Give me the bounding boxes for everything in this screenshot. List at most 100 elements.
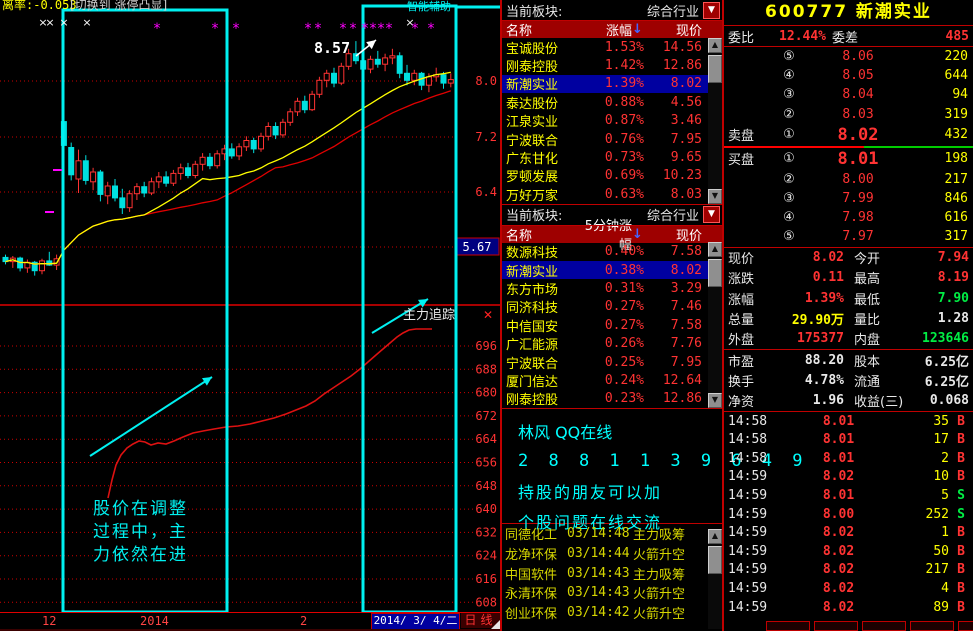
block-value: 综合行业	[562, 205, 703, 224]
svg-text:5.67: 5.67	[463, 240, 492, 254]
watchlist-row[interactable]: 宁波联合0.76%7.95	[502, 130, 722, 148]
tape-direction: B	[949, 600, 973, 615]
stock-name: 东方市场	[502, 279, 584, 298]
watchlist-row[interactable]: 厦门信达0.24%12.64	[502, 371, 722, 389]
block-dropdown-icon[interactable]: ▼	[703, 206, 720, 223]
scroll-down-icon[interactable]: ▼	[708, 189, 722, 204]
watchlist-row[interactable]: 同济科技0.27%7.46	[502, 298, 722, 316]
time-axis: 2014/ 3/ 4/二 日线 1220142	[0, 612, 500, 630]
scrollbar[interactable]: ▲▼	[708, 242, 722, 408]
watchlist-row[interactable]: 宝诚股份1.53%14.56	[502, 38, 722, 56]
watchlist-row[interactable]: 中信国安0.27%7.58	[502, 316, 722, 334]
ticker-row[interactable]: 永清环保03/14:43火箭升空	[502, 583, 722, 603]
block-dropdown-icon[interactable]: ▼	[703, 2, 720, 19]
list2-header[interactable]: 名称 5分钟涨幅 ↓ 现价	[502, 226, 722, 243]
ticker-stock: 龙净环保	[502, 544, 567, 563]
quote-value: 175377	[768, 331, 844, 346]
watchlist-row[interactable]: 广汇能源0.26%7.76	[502, 334, 722, 352]
tape-volume: 5	[899, 488, 949, 503]
stock-change: 0.24%	[584, 373, 644, 388]
svg-text:7.2: 7.2	[475, 130, 497, 144]
qq-number: 2 8 8 1 1 3 9 6 4 9	[502, 451, 722, 471]
quote-label: 量比	[844, 309, 920, 328]
tape-direction: S	[949, 507, 973, 522]
weibi-label: 委比	[728, 27, 754, 46]
stock-name: 同济科技	[502, 297, 584, 316]
quote-value: 6.25亿	[920, 351, 969, 370]
watchlist-row[interactable]: 万好万家0.63%8.03	[502, 185, 722, 203]
tape-price: 8.02	[778, 544, 899, 559]
scroll-thumb[interactable]	[708, 546, 722, 574]
watchlist-row[interactable]: 刚泰控股0.23%12.86	[502, 390, 722, 408]
tab-button[interactable]	[862, 621, 906, 631]
scroll-thumb[interactable]	[708, 55, 722, 83]
order-level-row: ③8.0494	[724, 85, 973, 104]
scrollbar[interactable]: ▲	[708, 529, 722, 629]
resize-corner-icon[interactable]	[491, 620, 500, 629]
col-price[interactable]: 现价	[642, 225, 722, 244]
watchlist-row[interactable]: 东方市场0.31%3.29	[502, 279, 722, 297]
sell1-price: 8.02	[804, 125, 912, 145]
tab-button[interactable]	[958, 621, 973, 631]
sort-arrow-icon: ↓	[632, 22, 642, 37]
quote-row: 现价8.02今开7.94	[724, 248, 973, 268]
quote-row: 涨跌0.11最高8.19	[724, 268, 973, 288]
watchlist-row[interactable]: 江泉实业0.87%3.46	[502, 112, 722, 130]
col-price[interactable]: 现价	[642, 20, 722, 39]
quote-value: 1.96	[768, 393, 844, 408]
svg-text:608: 608	[475, 595, 497, 609]
watchlist-row[interactable]: 泰达股份0.88%4.56	[502, 93, 722, 111]
weicha-label: 委差	[826, 27, 858, 46]
tape-time: 14:59	[724, 581, 778, 596]
svg-text:648: 648	[475, 479, 497, 493]
col-name[interactable]: 名称	[502, 20, 578, 39]
tape-price: 8.02	[778, 525, 899, 540]
watchlist-row[interactable]: 罗顿发展0.69%10.23	[502, 167, 722, 185]
scroll-thumb[interactable]	[708, 259, 722, 287]
scroll-down-icon[interactable]: ▼	[708, 393, 722, 408]
stock-name: 中信国安	[502, 316, 584, 335]
level-1-icon: ①	[774, 127, 804, 142]
ticker-row[interactable]: 龙净环保03/14:44火箭升空	[502, 544, 722, 564]
watchlist-row[interactable]: 宁波联合0.25%7.95	[502, 353, 722, 371]
watchlist-row[interactable]: 新潮实业1.39%8.02	[502, 75, 722, 93]
col-change[interactable]: 涨幅	[578, 20, 632, 39]
tab-button[interactable]	[910, 621, 954, 631]
quote-label: 涨幅	[728, 289, 768, 308]
watchlist-row[interactable]: 新潮实业0.38%8.02	[502, 261, 722, 279]
scroll-up-icon[interactable]: ▲	[708, 38, 722, 53]
ticker-stock: 永清环保	[502, 583, 567, 602]
sort-arrow-icon: ↓	[632, 227, 642, 242]
ticker-row[interactable]: 同德化工03/14:48主力吸筹	[502, 524, 722, 544]
scrollbar[interactable]: ▲▼	[708, 38, 722, 204]
tape-volume: 252	[899, 507, 949, 522]
watchlist-row[interactable]: 数源科技0.40%7.58	[502, 243, 722, 261]
watchlist-row[interactable]: 广东甘化0.73%9.65	[502, 148, 722, 166]
col-name[interactable]: 名称	[502, 225, 578, 244]
sell-queue: ⑤8.06220④8.05644③8.0494②8.03319	[724, 47, 973, 124]
tab-button[interactable]	[814, 621, 858, 631]
stock-name: 宁波联合	[502, 353, 584, 372]
quote-stats-2: 市盈88.20股本6.25亿换手4.78%流通6.25亿净资1.96收益(三)0…	[724, 350, 973, 411]
watchlist-row[interactable]: 刚泰控股1.42%12.86	[502, 56, 722, 74]
list1-header[interactable]: 名称 涨幅 ↓ 现价	[502, 21, 722, 38]
peak-price-label: 8.57	[314, 39, 350, 57]
ticker-row[interactable]: 中国软件03/14:43主力吸筹	[502, 563, 722, 583]
tracker-label: 主力追踪	[403, 307, 455, 323]
svg-text:*: *	[154, 21, 161, 37]
quote-label: 最高	[844, 268, 920, 287]
stock-change: 0.73%	[584, 150, 644, 165]
scroll-up-icon[interactable]: ▲	[708, 242, 722, 257]
time-and-sales: 14:588.0135B14:588.0117B14:588.012B14:59…	[724, 412, 973, 617]
stock-title: 600777 新潮实业	[724, 0, 973, 26]
tab-button[interactable]	[766, 621, 810, 631]
tape-row: 14:598.02217B	[724, 561, 973, 580]
ticker-row[interactable]: 创业环保03/14:42火箭升空	[502, 602, 722, 622]
sector-list-2: 数源科技0.40%7.58新潮实业0.38%8.02东方市场0.31%3.29同…	[502, 243, 722, 409]
kline-chart[interactable]: 8.07.26.46966886806726646566486406326246…	[0, 0, 500, 612]
ticker-stock: 创业环保	[502, 603, 567, 622]
tape-time: 14:59	[724, 525, 778, 540]
scroll-up-icon[interactable]: ▲	[708, 529, 722, 544]
tape-price: 8.02	[778, 469, 899, 484]
stock-change: 0.27%	[584, 299, 644, 314]
